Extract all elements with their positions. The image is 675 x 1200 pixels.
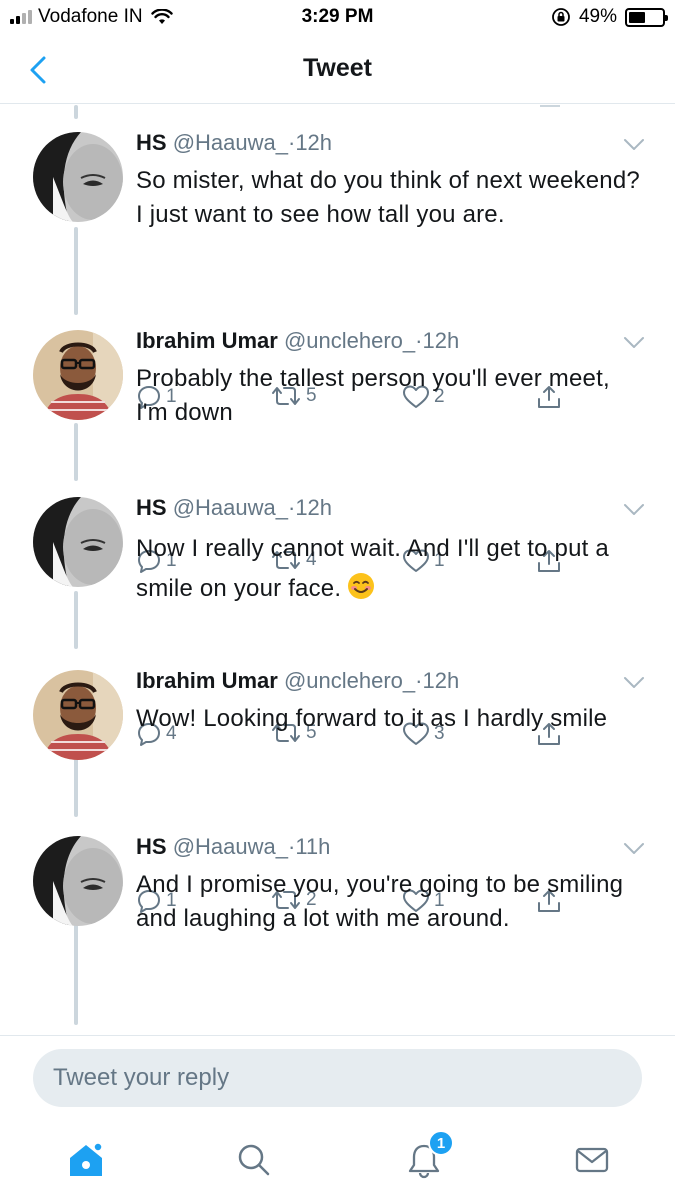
chevron-down-icon[interactable] — [623, 138, 645, 152]
display-name[interactable]: HS — [136, 130, 167, 155]
notification-badge: 1 — [428, 1130, 454, 1156]
mail-icon — [575, 1147, 609, 1173]
thread-connector — [74, 757, 78, 817]
user-handle[interactable]: @Haauwa_ — [173, 130, 288, 155]
chevron-down-icon[interactable] — [623, 676, 645, 690]
chevron-down-icon[interactable] — [623, 842, 645, 856]
top-divider-fragment — [540, 105, 560, 107]
tweet-time: 11h — [295, 834, 331, 859]
navigation-bar: Tweet — [0, 36, 675, 104]
user-handle[interactable]: @unclehero_ — [284, 328, 415, 353]
smiling-face-emoji — [348, 573, 375, 599]
avatar[interactable] — [33, 132, 123, 222]
tweet-text-container: Now I really cannot wait. And I'll get t… — [136, 529, 646, 609]
tweet-header: HS @Haauwa_·12h — [136, 495, 615, 521]
tab-bar: 1 — [0, 1120, 675, 1200]
user-handle[interactable]: @unclehero_ — [284, 668, 415, 693]
tweet-time: 12h — [422, 328, 460, 353]
status-bar: Vodafone IN 3:29 PM 49% — [0, 0, 675, 36]
reply-input[interactable] — [33, 1049, 642, 1107]
tweet-text: And I promise you, you're going to be sm… — [136, 871, 624, 932]
conversation-thread[interactable]: HS @Haauwa_·12h So mister, what do you t… — [0, 105, 675, 1035]
tab-home[interactable] — [56, 1130, 116, 1190]
tab-notifications[interactable]: 1 — [394, 1130, 454, 1190]
display-name[interactable]: Ibrahim Umar — [136, 668, 278, 693]
user-handle[interactable]: @Haauwa_ — [173, 495, 288, 520]
thread-connector — [74, 423, 78, 481]
thread-connector — [74, 591, 78, 649]
status-right: 49% — [551, 6, 668, 28]
tweet-time: 12h — [295, 130, 333, 155]
tweet-header: Ibrahim Umar @unclehero_·12h — [136, 328, 615, 354]
tab-messages[interactable] — [562, 1130, 622, 1190]
display-name[interactable]: Ibrahim Umar — [136, 328, 278, 353]
chevron-down-icon[interactable] — [623, 503, 645, 517]
user-handle[interactable]: @Haauwa_ — [173, 834, 288, 859]
tweet-text: Probably the tallest person you'll ever … — [136, 365, 610, 426]
avatar[interactable] — [33, 836, 123, 926]
thread-connector — [74, 923, 78, 1025]
display-name[interactable]: HS — [136, 834, 167, 859]
avatar[interactable] — [33, 330, 123, 420]
avatar[interactable] — [33, 670, 123, 760]
tweet-header: HS @Haauwa_·11h — [136, 834, 615, 860]
tweet-time: 12h — [295, 495, 333, 520]
tweet-time: 12h — [422, 668, 460, 693]
tweet-header: HS @Haauwa_·12h — [136, 130, 615, 156]
battery-percent: 49% — [578, 6, 617, 27]
thread-connector — [74, 227, 78, 315]
rotation-lock-icon — [552, 8, 570, 26]
search-icon — [238, 1144, 270, 1176]
reply-divider — [0, 1035, 675, 1036]
battery-icon — [625, 7, 668, 27]
home-icon — [70, 1142, 103, 1176]
tweet-header: Ibrahim Umar @unclehero_·12h — [136, 668, 615, 694]
tab-search[interactable] — [224, 1130, 284, 1190]
battery-level — [629, 11, 645, 23]
display-name[interactable]: HS — [136, 495, 167, 520]
tweet-text: Wow! Looking forward to it as I hardly s… — [136, 705, 608, 732]
avatar[interactable] — [33, 497, 123, 587]
thread-connector — [74, 105, 78, 119]
tweet-text: So mister, what do you think of next wee… — [136, 167, 640, 228]
page-title: Tweet — [303, 54, 372, 82]
chevron-down-icon[interactable] — [623, 336, 645, 350]
